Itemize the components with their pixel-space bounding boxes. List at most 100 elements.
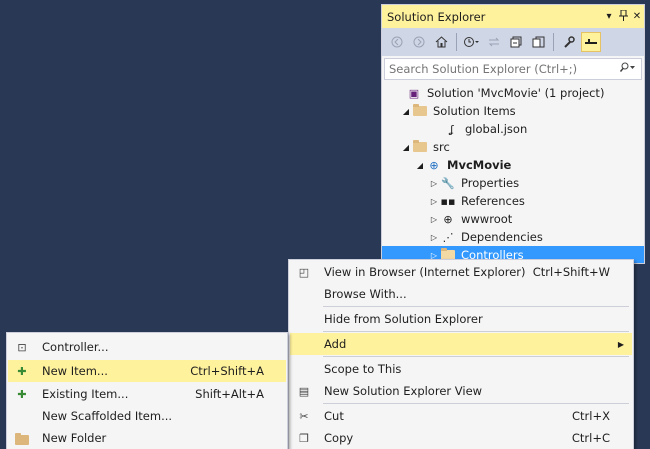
- wrench-icon: 🔧: [441, 176, 455, 190]
- json-file-icon: ʆ: [450, 122, 454, 136]
- menu-item-label: New Item...: [42, 364, 108, 378]
- menu-item-label: New Folder: [42, 431, 107, 445]
- home-icon[interactable]: [431, 32, 451, 52]
- tree-item-references[interactable]: ▷ ▪▪ References: [382, 192, 644, 210]
- menu-item-browse-with[interactable]: Browse With...: [290, 283, 632, 305]
- collapse-arrow-icon[interactable]: ◢: [414, 161, 426, 170]
- toolbar-separator: [553, 33, 554, 51]
- expand-arrow-icon[interactable]: ▷: [428, 179, 440, 188]
- tree-item-src[interactable]: ◢ src: [382, 138, 644, 156]
- tree-item-properties[interactable]: ▷ 🔧 Properties: [382, 174, 644, 192]
- menu-item-label: Cut: [324, 409, 344, 423]
- tree-item-label: References: [461, 194, 525, 208]
- menu-item-view-in-browser-internet-explorer[interactable]: ◰ View in Browser (Internet Explorer) Ctrl…: [290, 261, 632, 283]
- menu-item-scope-to-this[interactable]: Scope to This: [290, 358, 632, 380]
- menu-item-new-solution-explorer-view[interactable]: ▤ New Solution Explorer View: [290, 380, 632, 402]
- web-project-icon: ⊕: [429, 158, 439, 172]
- menu-item-label: Existing Item...: [42, 387, 129, 401]
- menu-item-shortcut: Ctrl+X: [572, 409, 610, 423]
- tree-item-global-json[interactable]: ʆ global.json: [382, 120, 644, 138]
- browser-icon: ◰: [298, 265, 310, 279]
- collapse-all-icon[interactable]: [506, 32, 526, 52]
- menu-item-label: New Scaffolded Item...: [42, 409, 173, 423]
- search-icon[interactable]: [615, 62, 641, 76]
- search-input[interactable]: [389, 62, 615, 76]
- tree-item-label: Solution 'MvcMovie' (1 project): [427, 86, 605, 100]
- preview-selected-items-icon[interactable]: [581, 32, 601, 52]
- menu-item-new-scaffolded-item[interactable]: New Scaffolded Item...: [8, 405, 286, 427]
- new-view-icon: ▤: [298, 384, 310, 398]
- menu-item-label: Copy: [324, 431, 354, 445]
- menu-item-shortcut: Ctrl+Shift+A: [190, 364, 264, 378]
- menu-separator: [323, 306, 629, 307]
- menu-item-shortcut: Ctrl+C: [571, 431, 610, 445]
- context-menu: ◰ View in Browser (Internet Explorer) Ctrl…: [288, 259, 634, 449]
- menu-item-label: View in Browser (Internet Explorer): [324, 265, 526, 279]
- folder-open-icon: [412, 140, 428, 154]
- collapse-arrow-icon[interactable]: ◢: [400, 107, 412, 116]
- menu-separator: [323, 356, 629, 357]
- menu-item-copy[interactable]: ❐ Copy Ctrl+C: [290, 427, 632, 449]
- tree-item-label: src: [433, 140, 450, 154]
- solution-explorer-pane: Solution Explorer ▾ ✕ Search Solution Ex…: [381, 4, 645, 264]
- solution-explorer-title: Solution Explorer: [387, 9, 486, 24]
- pin-icon[interactable]: [616, 9, 630, 24]
- collapse-arrow-icon[interactable]: ◢: [400, 143, 412, 152]
- solution-icon: ▣: [408, 86, 420, 100]
- menu-item-label: Controller...: [42, 340, 109, 354]
- properties-wrench-icon[interactable]: [559, 32, 579, 52]
- menu-item-label: Scope to This: [324, 362, 402, 376]
- menu-item-shortcut: Shift+Alt+A: [195, 387, 264, 401]
- new-item-icon: ✚: [17, 364, 27, 378]
- tree-item-label: global.json: [465, 122, 528, 136]
- back-icon[interactable]: [387, 32, 407, 52]
- solution-explorer-search-box[interactable]: [384, 58, 642, 80]
- tree-item-label: wwwroot: [461, 212, 513, 226]
- tree-item-mvcmovie[interactable]: ◢ ⊕ MvcMovie: [382, 156, 644, 174]
- menu-item-label: Add: [324, 337, 347, 351]
- tree-item-solution-mvcmovie-1-project[interactable]: ▣ Solution 'MvcMovie' (1 project): [382, 84, 644, 102]
- menu-item-cut[interactable]: ✂ Cut Ctrl+X: [290, 405, 632, 427]
- menu-item-label: Browse With...: [324, 287, 407, 301]
- tree-item-solution-items[interactable]: ◢ Solution Items: [382, 102, 644, 120]
- references-icon: ▪▪: [440, 194, 456, 208]
- tree-item-label: Solution Items: [433, 104, 516, 118]
- show-all-files-icon[interactable]: [528, 32, 548, 52]
- tree-item-label: Properties: [461, 176, 520, 190]
- menu-separator: [323, 403, 629, 404]
- tree-item-label: Dependencies: [461, 230, 543, 244]
- menu-item-add[interactable]: Add ▶: [290, 333, 632, 355]
- cut-icon: ✂: [299, 409, 309, 423]
- folder-open-icon: [412, 104, 428, 118]
- toolbar-separator: [456, 33, 457, 51]
- dependencies-icon: ⋰: [442, 230, 454, 244]
- menu-item-hide-from-solution-explorer[interactable]: Hide from Solution Explorer: [290, 308, 632, 330]
- tree-item-wwwroot[interactable]: ▷ ⊕ wwwroot: [382, 210, 644, 228]
- expand-arrow-icon[interactable]: ▷: [428, 197, 440, 206]
- sync-with-document-icon[interactable]: [484, 32, 504, 52]
- window-position-dropdown-icon[interactable]: ▾: [602, 11, 616, 22]
- tree-item-dependencies[interactable]: ▷ ⋰ Dependencies: [382, 228, 644, 246]
- menu-item-shortcut: Ctrl+Shift+W: [532, 265, 610, 279]
- menu-item-existing-item[interactable]: ✚ Existing Item... Shift+Alt+A: [8, 383, 286, 405]
- add-submenu: ⊡ Controller... ✚ New Item... Ctrl+Shift+A ✚ E…: [6, 332, 288, 449]
- solution-explorer-toolbar: [382, 28, 644, 56]
- existing-item-icon: ✚: [17, 387, 27, 401]
- menu-item-label: New Solution Explorer View: [324, 384, 483, 398]
- solution-explorer-title-bar: Solution Explorer ▾ ✕: [382, 5, 644, 28]
- forward-icon[interactable]: [409, 32, 429, 52]
- menu-item-controller[interactable]: ⊡ Controller...: [8, 336, 286, 358]
- submenu-arrow-icon: ▶: [617, 339, 624, 349]
- new-folder-icon: [8, 432, 36, 445]
- expand-arrow-icon[interactable]: ▷: [428, 215, 440, 224]
- close-icon[interactable]: ✕: [630, 11, 644, 22]
- copy-icon: ❐: [299, 431, 309, 445]
- menu-item-new-folder[interactable]: New Folder: [8, 427, 286, 449]
- menu-item-label: Hide from Solution Explorer: [324, 312, 483, 326]
- menu-item-new-item[interactable]: ✚ New Item... Ctrl+Shift+A: [8, 360, 286, 382]
- pending-changes-filter-icon[interactable]: [462, 32, 482, 52]
- expand-arrow-icon[interactable]: ▷: [428, 233, 440, 242]
- controller-icon: ⊡: [17, 340, 27, 354]
- tree-item-label: MvcMovie: [447, 158, 512, 172]
- menu-separator: [323, 331, 629, 332]
